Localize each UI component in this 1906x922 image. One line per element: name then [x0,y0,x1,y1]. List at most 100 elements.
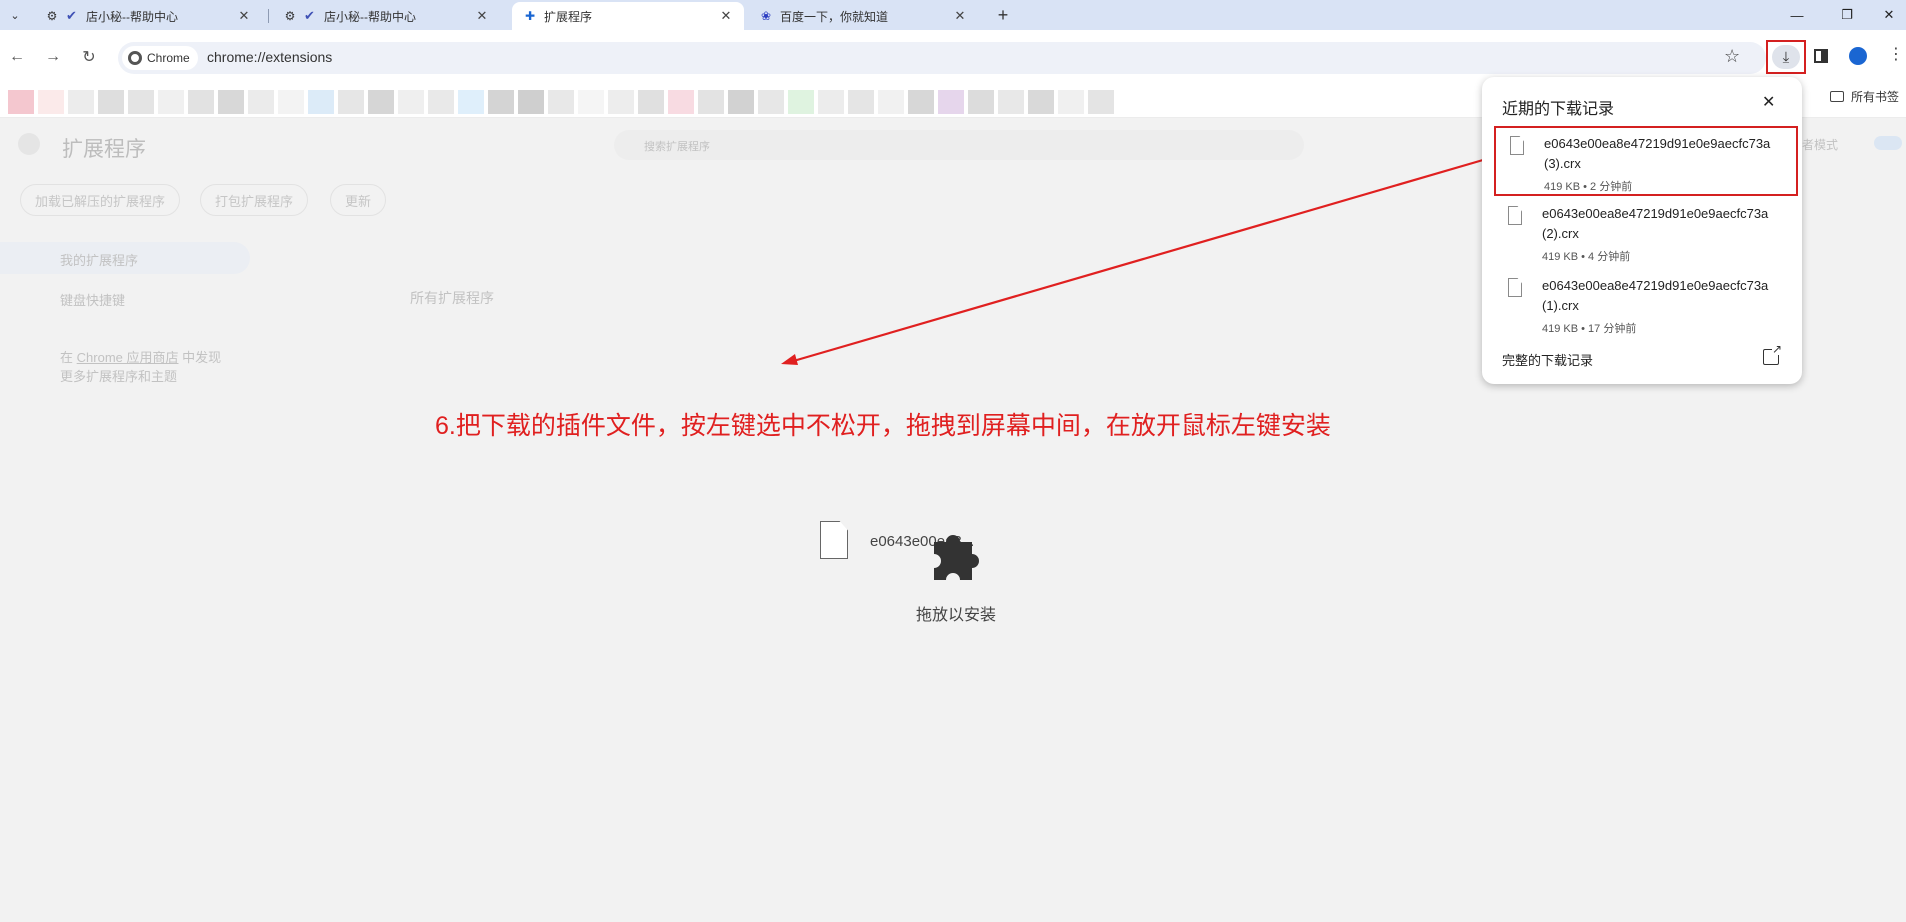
close-icon[interactable]: ✕ [1762,92,1775,112]
puzzle-icon: ✚ [524,9,536,23]
close-icon[interactable]: ✕ [718,8,734,24]
tab-label: 店小秘--帮助中心 [324,9,416,24]
url-text[interactable]: chrome://extensions [207,49,332,65]
sidebar-item-shortcuts[interactable]: 键盘快捷键 [60,290,125,309]
tab-divider [268,9,269,23]
profile-avatar[interactable] [1849,47,1867,65]
download-filename: e0643e00ea8e47219d91e0e9aecfc73a (3).crx [1544,136,1771,171]
bookmark-favicon[interactable] [1088,90,1114,114]
open-external-icon[interactable] [1763,343,1782,365]
extensions-search[interactable] [614,130,1304,160]
bookmark-favicon[interactable] [788,90,814,114]
site-info-chip[interactable]: Chrome [122,46,198,70]
forward-icon[interactable]: → [42,46,64,68]
tab-label: 扩展程序 [544,9,593,24]
bookmark-favicon[interactable] [638,90,664,114]
all-bookmarks[interactable]: 所有书签 [1830,88,1899,105]
window-close-icon[interactable]: ✕ [1874,4,1904,26]
instruction-annotation: 6.把下载的插件文件，按左键选中不松开，拖拽到屏幕中间，在放开鼠标左键安装 [435,412,1331,440]
store-link[interactable]: Chrome 应用商店 [77,350,179,365]
bookmark-favicon[interactable] [818,90,844,114]
bookmark-favicon[interactable] [188,90,214,114]
bookmark-favicon[interactable] [728,90,754,114]
bookmark-favicon[interactable] [8,90,34,114]
download-meta: 419 KB • 17 分钟前 [1542,323,1637,335]
close-icon[interactable]: ✕ [952,8,968,24]
chrome-icon [128,51,142,65]
restore-icon[interactable]: ❐ [1832,4,1862,26]
bookmark-favicon[interactable] [458,90,484,114]
pack-extension-button[interactable]: 打包扩展程序 [200,184,309,216]
bookmark-star-icon[interactable]: ☆ [1724,46,1740,67]
bookmark-favicon[interactable] [608,90,634,114]
bookmark-favicon[interactable] [278,90,304,114]
bookmark-favicon[interactable] [1058,90,1084,114]
tab-helpcenter-1[interactable]: ⚙ ✔ 店小秘--帮助中心 ✕ [34,2,262,30]
bookmark-favicon[interactable] [1028,90,1054,114]
download-item[interactable]: e0643e00ea8e47219d91e0e9aecfc73a (2).crx… [1494,198,1798,268]
bookmark-favicon[interactable] [938,90,964,114]
download-icon[interactable]: ⤓ [1772,45,1800,69]
bookmark-favicon[interactable] [98,90,124,114]
check-icon: ✔ [304,8,315,23]
file-icon [1508,206,1522,225]
close-icon[interactable]: ✕ [236,8,252,24]
tab-search-chevron-icon[interactable]: ⌄ [4,5,26,25]
check-icon: ✔ [66,8,77,23]
back-icon[interactable]: ← [6,46,28,68]
download-filename: e0643e00ea8e47219d91e0e9aecfc73a (2).crx [1542,206,1769,241]
bookmark-favicon[interactable] [368,90,394,114]
load-unpacked-button[interactable]: 加载已解压的扩展程序 [20,184,181,216]
bookmark-favicon[interactable] [158,90,184,114]
download-meta: 419 KB • 2 分钟前 [1544,181,1633,193]
bookmark-favicon[interactable] [698,90,724,114]
download-item[interactable]: e0643e00ea8e47219d91e0e9aecfc73a (1).crx… [1494,270,1798,340]
tab-helpcenter-2[interactable]: ⚙ ✔ 店小秘--帮助中心 ✕ [272,2,500,30]
tab-label: 百度一下，你就知道 [780,9,889,24]
store-line: 在 Chrome 应用商店 中发现 [60,347,221,366]
new-tab-icon[interactable]: + [992,4,1014,26]
bookmark-favicon[interactable] [218,90,244,114]
bookmark-favicon[interactable] [758,90,784,114]
minimize-icon[interactable]: — [1782,4,1812,26]
menu-icon[interactable]: ⋮ [1888,44,1904,64]
bookmark-favicon[interactable] [518,90,544,114]
dev-mode-toggle[interactable] [1874,136,1902,150]
bookmark-favicon[interactable] [548,90,574,114]
sidebar-label-my: 我的扩展程序 [60,253,139,268]
bookmark-favicon[interactable] [428,90,454,114]
bookmark-favicon[interactable] [308,90,334,114]
update-button[interactable]: 更新 [330,184,387,216]
bookmark-favicon[interactable] [68,90,94,114]
close-icon[interactable]: ✕ [474,8,490,24]
robot-icon: ⚙ [284,9,296,23]
tab-baidu[interactable]: ❀ 百度一下，你就知道 ✕ [748,2,978,30]
bookmark-favicon[interactable] [338,90,364,114]
tab-extensions[interactable]: ✚ 扩展程序 ✕ [512,2,744,30]
bookmark-favicon[interactable] [908,90,934,114]
reload-icon[interactable]: ↻ [78,46,100,68]
download-meta: 419 KB • 4 分钟前 [1542,251,1631,263]
robot-icon: ⚙ [46,9,58,23]
store-line-2: 更多扩展程序和主题 [60,369,178,384]
bookmark-favicon[interactable] [848,90,874,114]
file-icon [1508,278,1522,297]
all-extensions-heading: 所有扩展程序 [410,290,494,306]
bookmark-favicon[interactable] [398,90,424,114]
page-title: 扩展程序 [62,138,146,161]
address-bar[interactable] [118,42,1766,74]
puzzle-icon [934,535,979,580]
bookmark-favicon[interactable] [878,90,904,114]
bookmark-favicon[interactable] [248,90,274,114]
bookmark-favicon[interactable] [38,90,64,114]
bookmark-favicon[interactable] [128,90,154,114]
bookmark-favicon[interactable] [668,90,694,114]
full-download-history-link[interactable]: 完整的下载记录 [1502,350,1593,369]
bookmark-favicon[interactable] [488,90,514,114]
bookmark-favicon[interactable] [998,90,1024,114]
side-panel-icon[interactable] [1814,49,1828,63]
chip-label: Chrome [147,51,190,65]
bookmark-favicon[interactable] [578,90,604,114]
bookmark-favicon[interactable] [968,90,994,114]
download-item[interactable]: e0643e00ea8e47219d91e0e9aecfc73a (3).crx… [1494,126,1798,196]
